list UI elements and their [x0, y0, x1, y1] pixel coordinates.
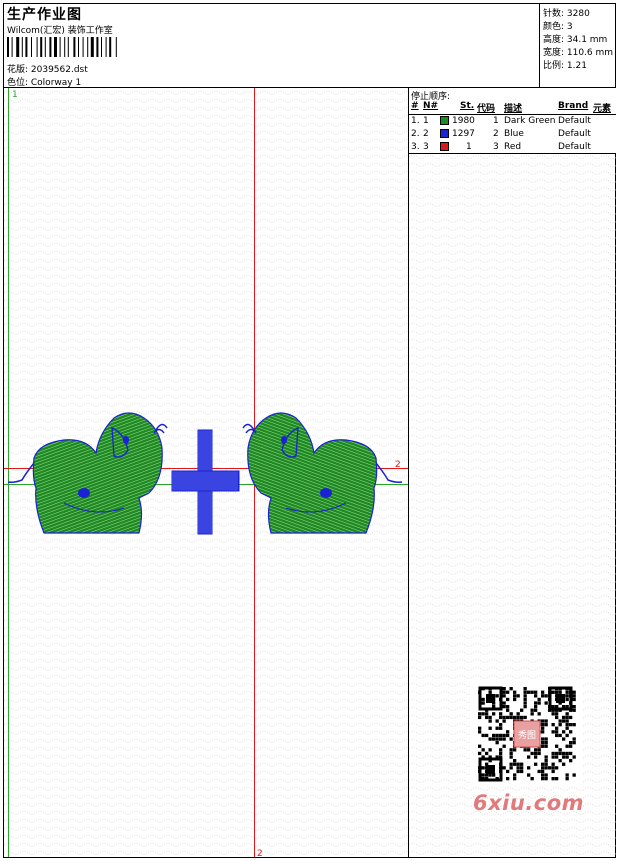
design-canvas: 1 2 2	[4, 88, 409, 857]
stat-scale: 比例: 1.21	[543, 61, 587, 71]
axis-2-bottom-marker: 2	[257, 849, 263, 857]
row-2-brand: Default	[558, 129, 591, 139]
row-1-index: 1.	[411, 116, 420, 126]
row-2-color-swatch	[440, 129, 449, 138]
row-1-brand: Default	[558, 116, 591, 126]
row-3-desc: Red	[504, 142, 522, 152]
row-2-index: 2.	[411, 129, 420, 139]
col-code-header: 代码	[477, 104, 496, 114]
design-preview: 1 2 2	[4, 88, 409, 857]
row-3-number: 3	[423, 142, 429, 152]
table-header-line	[409, 114, 616, 115]
stat-width: 宽度: 110.6 mm	[543, 48, 614, 58]
qr-code: 秀图	[470, 681, 582, 787]
watermark-site: 6xiu.com	[473, 791, 585, 815]
row-1-color-swatch	[440, 116, 449, 125]
stat-colors: 颜色: 3	[543, 22, 573, 32]
company-name: Wilcom(汇宏) 装饰工作室	[7, 26, 113, 36]
row-2-code: 2	[493, 129, 499, 139]
stat-height: 高度: 34.1 mm	[543, 35, 608, 45]
row-2-stitches: 1297	[452, 129, 475, 139]
row-3-index: 3.	[411, 142, 420, 152]
seal-text: 秀图	[518, 729, 536, 741]
row-3-code: 3	[493, 142, 499, 152]
row-1-desc: Dark Green	[504, 116, 556, 126]
row-1-number: 1	[423, 116, 429, 126]
col-desc-header: 描述	[504, 104, 523, 114]
col-index-header: #	[411, 101, 419, 111]
table-bottom-line	[409, 153, 616, 154]
col-number-header: N#	[423, 101, 439, 111]
stat-stitches: 针数: 3280	[543, 9, 590, 19]
row-1-stitches: 1980	[452, 116, 475, 126]
axis-2-right-marker: 2	[395, 460, 401, 470]
axis-1-marker: 1	[12, 90, 18, 100]
page-title: 生产作业图	[7, 7, 82, 23]
design-file: 花版: 2039562.dst	[7, 65, 88, 75]
col-stitches-header: St.	[460, 101, 475, 111]
barcode	[7, 37, 117, 57]
row-3-color-swatch	[440, 142, 449, 151]
col-element-header: 元素	[593, 104, 612, 114]
row-2-number: 2	[423, 129, 429, 139]
row-3-brand: Default	[558, 142, 591, 152]
row-1-code: 1	[493, 116, 499, 126]
row-2-desc: Blue	[504, 129, 524, 139]
stats-divider	[539, 3, 540, 88]
row-3-stitches: 1	[466, 142, 472, 152]
col-brand-header: Brand	[558, 101, 589, 111]
